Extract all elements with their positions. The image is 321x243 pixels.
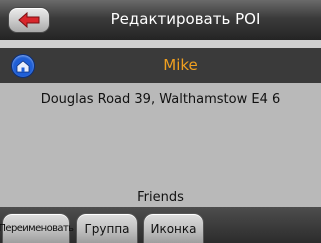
poi-group: Friends [137, 190, 184, 205]
bottom-tab-bar: Переименовать Группа Иконка [0, 207, 321, 243]
icon-tab[interactable]: Иконка [143, 213, 204, 243]
house-poi-icon[interactable] [11, 54, 35, 78]
rename-tab[interactable]: Переименовать [0, 213, 74, 243]
back-arrow-icon [18, 12, 40, 28]
page-title: Редактировать POI [110, 10, 261, 28]
header-bar: Редактировать POI [0, 0, 321, 40]
poi-row: Mike [0, 48, 321, 83]
separator-strip [0, 40, 321, 48]
poi-address: Douglas Road 39, Walthamstow E4 6 [40, 92, 281, 107]
group-tab[interactable]: Группа [76, 213, 138, 243]
poi-name: Mike [163, 56, 198, 74]
back-button[interactable] [8, 7, 50, 33]
